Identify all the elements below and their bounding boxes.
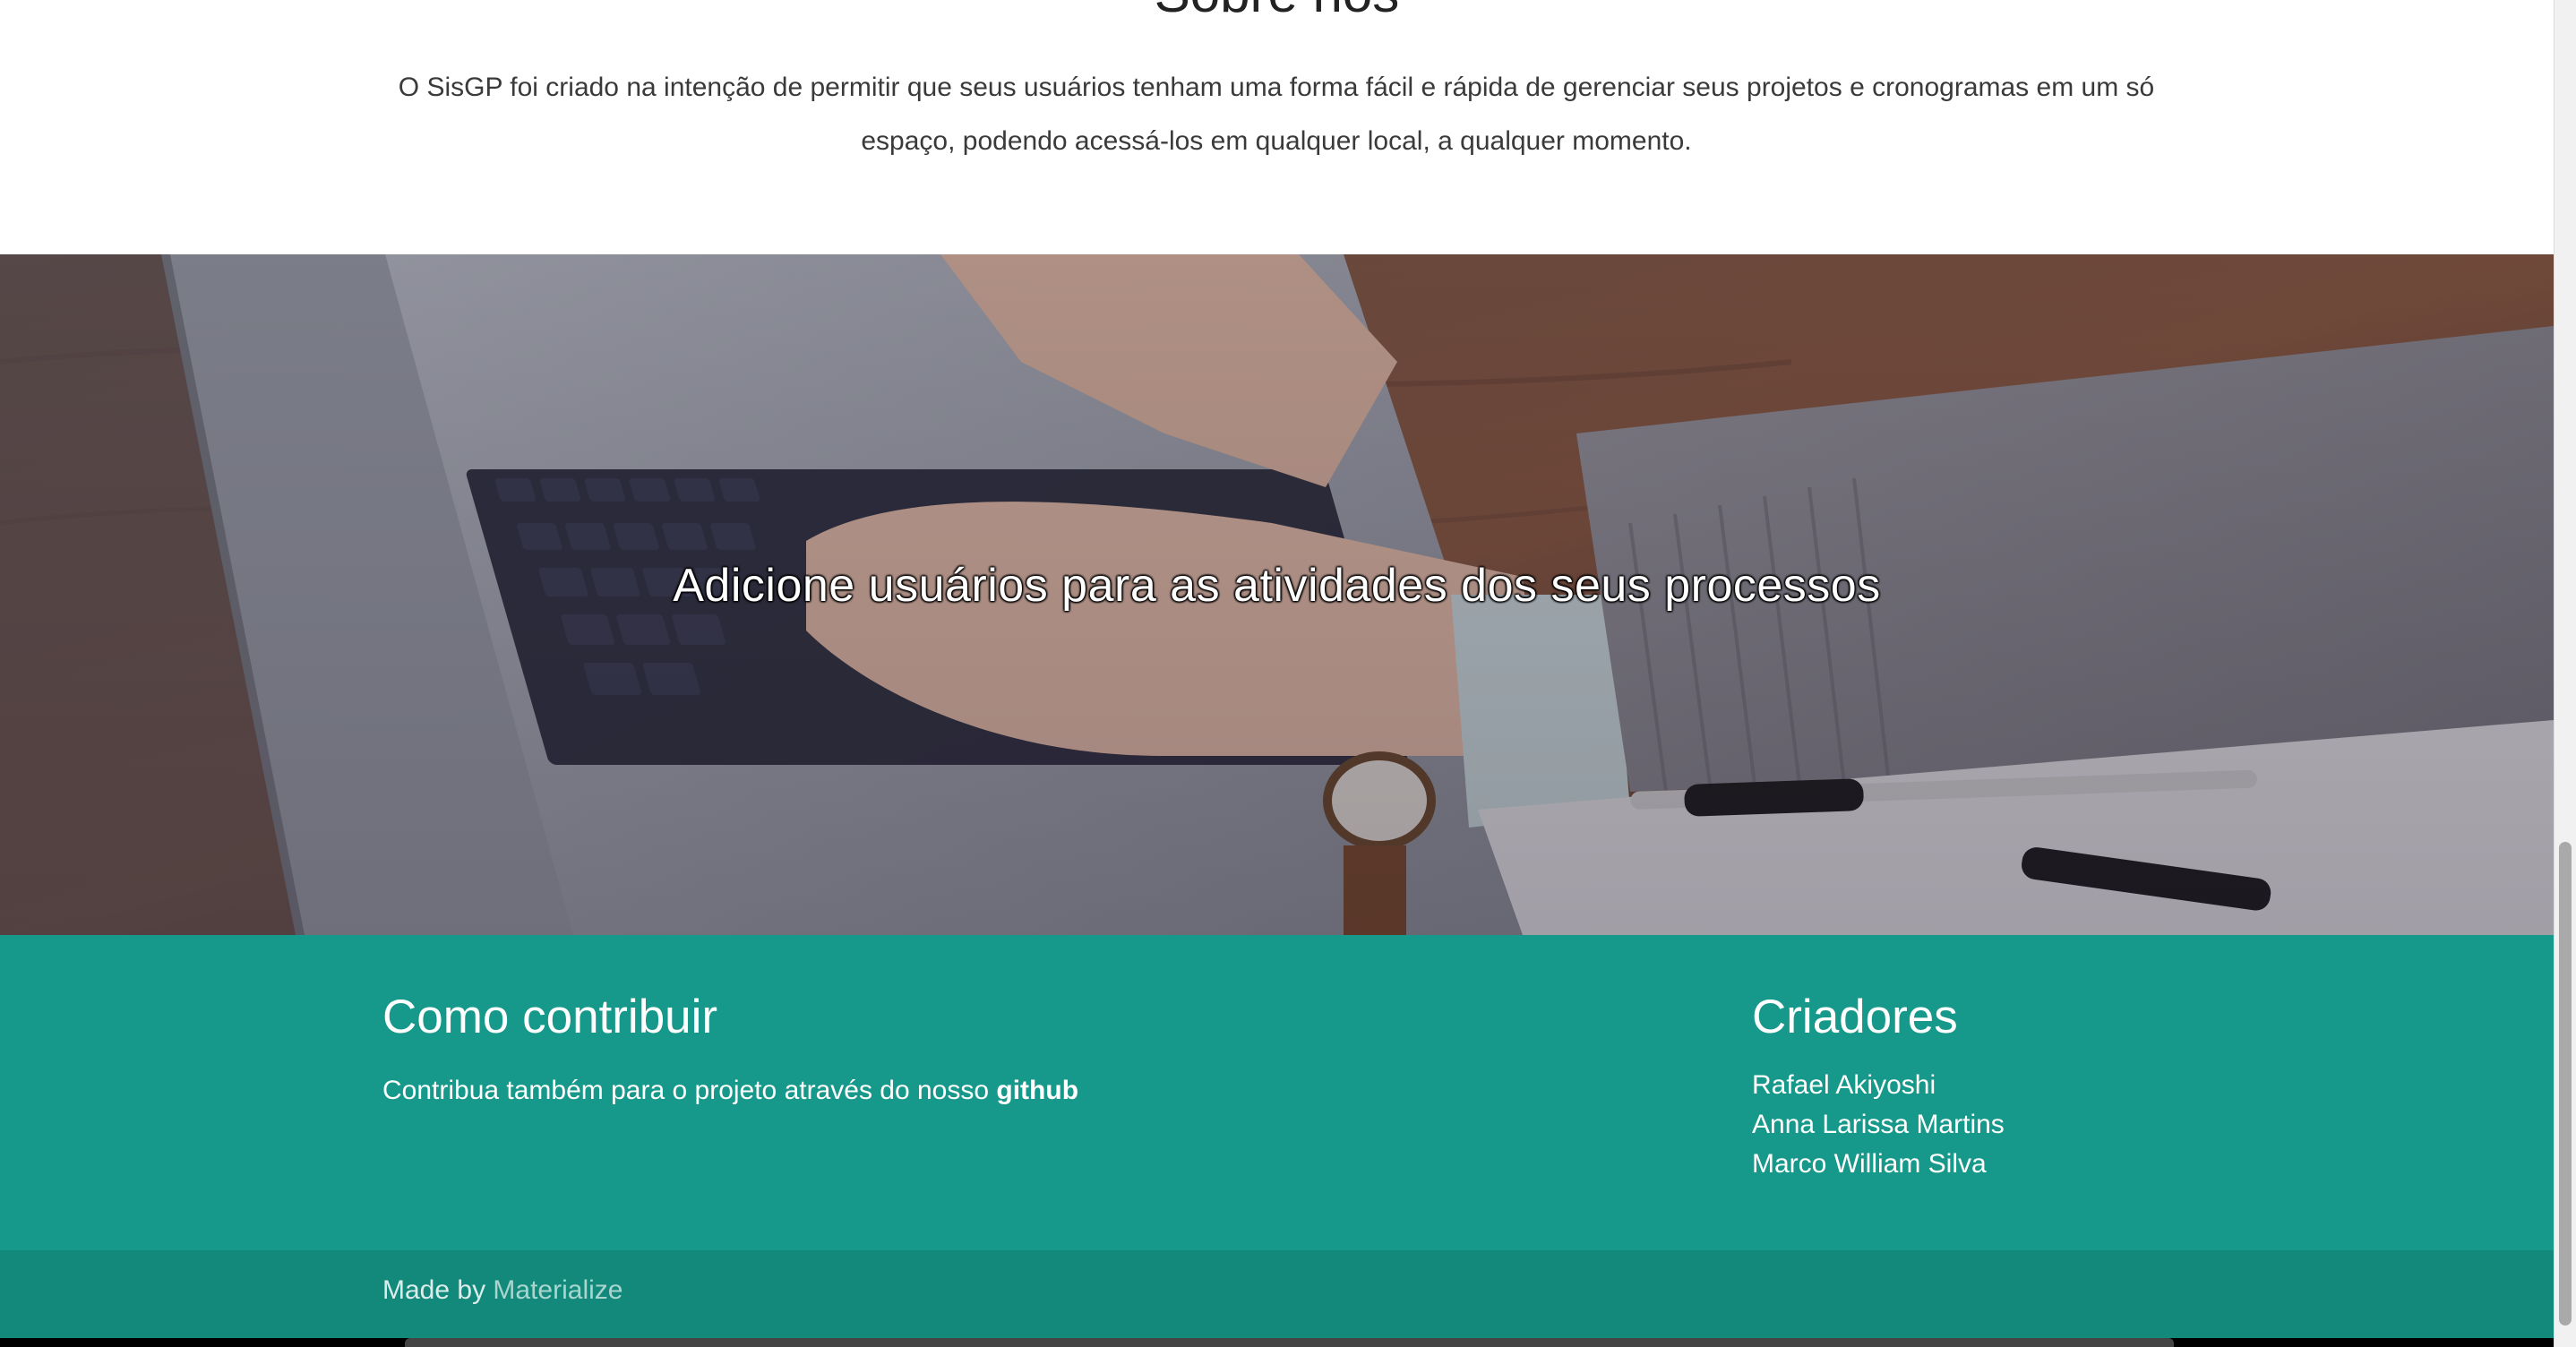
creator-name: Rafael Akiyoshi bbox=[1752, 1070, 1936, 1100]
materialize-link[interactable]: Materialize bbox=[493, 1275, 623, 1305]
creator-name: Anna Larissa Martins bbox=[1752, 1110, 2005, 1139]
github-link[interactable]: github bbox=[996, 1076, 1078, 1105]
creator-name: Marco William Silva bbox=[1752, 1149, 1987, 1179]
hero-caption: Adicione usuários para as atividades dos… bbox=[673, 560, 1881, 612]
creators-column: Criadores Rafael Akiyoshi Anna Larissa M… bbox=[1752, 989, 2289, 1184]
page-footer: Como contribuir Contribua também para o … bbox=[0, 935, 2554, 1338]
parallax-hero: Adicione usuários para as atividades dos… bbox=[0, 254, 2554, 935]
contribute-text: Contribua também para o projeto através … bbox=[382, 1073, 1457, 1109]
about-title: Sobre nós bbox=[0, 0, 2554, 25]
copyright-prefix: Made by bbox=[382, 1275, 494, 1305]
vertical-scrollbar[interactable] bbox=[2554, 0, 2576, 1347]
creators-heading: Criadores bbox=[1752, 991, 1958, 1043]
contribute-column: Como contribuir Contribua também para o … bbox=[382, 989, 1457, 1109]
scrollbar-thumb[interactable] bbox=[2559, 842, 2572, 1326]
copyright-text: Made by Materialize bbox=[382, 1275, 623, 1306]
page: Sobre nós O SisGP foi criado na intenção… bbox=[0, 0, 2554, 1338]
footer-copyright: Made by Materialize bbox=[0, 1250, 2554, 1338]
window-bottom-edge bbox=[405, 1338, 2174, 1347]
contribute-heading: Como contribuir bbox=[382, 991, 718, 1043]
about-section: Sobre nós O SisGP foi criado na intenção… bbox=[0, 0, 2554, 254]
contribute-text-prefix: Contribua também para o projeto através … bbox=[382, 1076, 997, 1105]
about-description: O SisGP foi criado na intenção de permit… bbox=[398, 73, 2155, 156]
creators-list: Rafael Akiyoshi Anna Larissa Martins Mar… bbox=[1752, 1066, 2289, 1184]
